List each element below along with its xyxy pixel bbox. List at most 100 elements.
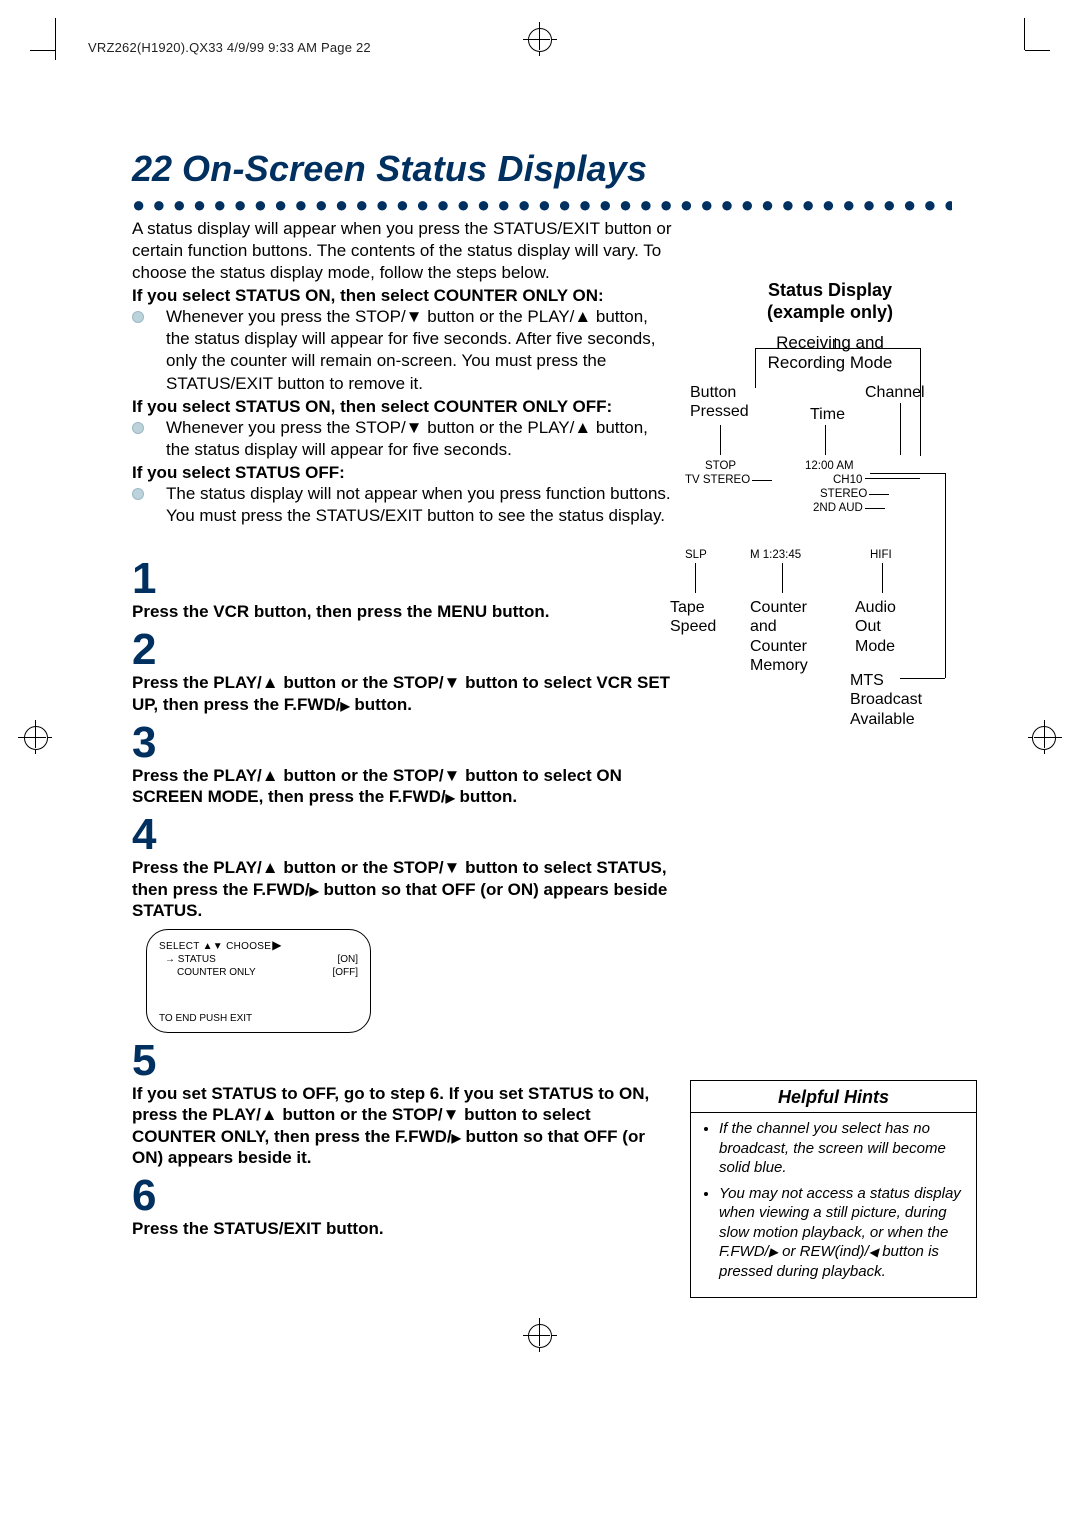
osd-tv-stereo: TV STEREO	[685, 473, 772, 487]
hints-body: If the channel you select has no broadca…	[691, 1113, 976, 1297]
bullet-1-text: Whenever you press the STOP/▼ button or …	[150, 306, 672, 394]
ffwd-icon	[452, 1127, 461, 1146]
helpful-hints-box: Helpful Hints If the channel you select …	[690, 1080, 977, 1298]
menu-row-2: COUNTER ONLY [OFF]	[159, 967, 358, 978]
bullet-icon	[132, 422, 144, 434]
counter-memory-label: Counter and Counter Memory	[750, 598, 830, 675]
receiving-mode-label: Receiving and Recording Mode	[740, 333, 920, 373]
registration-mark	[528, 1324, 552, 1348]
menu-footer: TO END PUSH EXIT	[159, 1013, 252, 1024]
status-display-title: Status Display	[700, 280, 960, 302]
onscreen-menu-box: SELECT ▲▼ CHOOSE → STATUS [ON] COUNTER O…	[146, 929, 371, 1033]
osd-slp: SLP	[685, 548, 707, 562]
ffwd-icon	[769, 1243, 778, 1260]
osd-tv-stereo-text: TV STEREO	[685, 474, 750, 486]
button-pressed-label: Button Pressed	[690, 383, 765, 421]
diagram-line	[869, 494, 889, 495]
step-3-text: Press the PLAY/▲ button or the STOP/▼ bu…	[132, 765, 672, 808]
ffwd-icon	[340, 695, 349, 714]
page-title: On-Screen Status Displays	[182, 148, 647, 189]
diagram-line	[865, 508, 885, 509]
registration-mark	[528, 28, 552, 52]
ffwd-icon	[446, 787, 455, 806]
step-number-6: 6	[132, 1174, 672, 1218]
bullet-icon	[132, 311, 144, 323]
diagram-line	[945, 473, 946, 678]
step-5-text: If you set STATUS to OFF, go to step 6. …	[132, 1083, 672, 1168]
registration-mark	[24, 737, 46, 738]
diagram-line	[835, 338, 836, 348]
page-number: 22	[132, 148, 172, 189]
steps-container: 1 Press the VCR button, then press the M…	[132, 557, 672, 1239]
menu-row2-right: [OFF]	[332, 967, 358, 978]
step-3-text-a: Press the PLAY/▲ button or the STOP/▼ bu…	[132, 766, 622, 806]
step-number-2: 2	[132, 628, 672, 672]
hints-title: Helpful Hints	[691, 1081, 976, 1113]
menu-row1-right: [ON]	[337, 954, 358, 965]
dots-divider: ●●●●●●●●●●●●●●●●●●●●●●●●●●●●●●●●●●●●●●●●…	[132, 192, 952, 218]
menu-row2-left: COUNTER ONLY	[159, 967, 256, 978]
diagram-line	[755, 348, 920, 349]
step-6-text: Press the STATUS/EXIT button.	[132, 1218, 672, 1239]
diagram-line	[825, 425, 826, 455]
diagram-line	[720, 425, 721, 455]
registration-mark	[528, 39, 550, 40]
bullet-1: Whenever you press the STOP/▼ button or …	[132, 306, 672, 394]
registration-mark	[528, 1335, 550, 1336]
bullet-3-text: The status display will not appear when …	[150, 483, 672, 527]
doc-header: VRZ262(H1920).QX33 4/9/99 9:33 AM Page 2…	[88, 40, 371, 55]
osd-counter-value: M 1:23:45	[750, 548, 801, 562]
status-diagram: Button Pressed Channel Time STOP TV STER…	[700, 383, 960, 763]
step-number-5: 5	[132, 1039, 672, 1083]
osd-stereo-text: STEREO	[820, 488, 867, 500]
osd-clock: 12:00 AM	[805, 459, 854, 473]
page-container: VRZ262(H1920).QX33 4/9/99 9:33 AM Page 2…	[0, 0, 1080, 1525]
trim-mark	[30, 50, 55, 51]
audio-out-label: Audio Out Mode	[855, 598, 925, 656]
intro-paragraph: A status display will appear when you pr…	[132, 218, 672, 284]
bullet-3: The status display will not appear when …	[132, 483, 672, 527]
status-display-subtitle: (example only)	[700, 302, 960, 324]
diagram-line	[752, 480, 772, 481]
menu-row-1: → STATUS [ON]	[159, 954, 358, 965]
osd-stop: STOP	[705, 459, 736, 473]
menu-title: SELECT ▲▼ CHOOSE	[159, 938, 358, 952]
menu-choose-icon	[272, 941, 282, 951]
step-number-1: 1	[132, 557, 672, 601]
step-number-3: 3	[132, 721, 672, 765]
registration-mark	[24, 726, 48, 750]
rew-icon	[869, 1243, 878, 1260]
section-heading-3: If you select STATUS OFF:	[132, 463, 672, 483]
ffwd-icon	[310, 880, 319, 899]
step-2-text: Press the PLAY/▲ button or the STOP/▼ bu…	[132, 672, 672, 715]
channel-label: Channel	[865, 383, 925, 402]
bullet-icon	[132, 488, 144, 500]
section-heading-1: If you select STATUS ON, then select COU…	[132, 286, 672, 306]
diagram-line	[900, 403, 901, 455]
hint-item-2: You may not access a status display when…	[719, 1184, 966, 1282]
diagram-line	[882, 563, 883, 593]
step-2-text-b: button.	[350, 695, 412, 714]
hint-2b: or REW(ind)/	[778, 1243, 869, 1260]
diagram-line	[870, 473, 945, 474]
menu-title-text: SELECT ▲▼ CHOOSE	[159, 941, 271, 952]
page-title-row: 22On-Screen Status Displays	[132, 148, 952, 190]
diagram-line	[695, 563, 696, 593]
bullet-2-text: Whenever you press the STOP/▼ button or …	[150, 417, 672, 461]
diagram-line	[865, 478, 920, 479]
osd-stereo: STEREO	[820, 487, 889, 501]
hint-item-1: If the channel you select has no broadca…	[719, 1119, 966, 1178]
registration-mark	[1034, 737, 1056, 738]
diagram-line	[782, 563, 783, 593]
trim-mark	[1025, 50, 1050, 51]
osd-2nd-aud: 2ND AUD	[813, 501, 885, 515]
mts-label: MTS Broadcast Available	[850, 671, 950, 729]
tape-speed-label: Tape Speed	[670, 598, 735, 636]
diagram-line	[755, 348, 756, 388]
step-number-4: 4	[132, 813, 672, 857]
trim-mark	[55, 18, 56, 50]
trim-mark	[1024, 18, 1025, 50]
step-6-text-a: Press the STATUS/EXIT button	[132, 1219, 379, 1238]
bullet-2: Whenever you press the STOP/▼ button or …	[132, 417, 672, 461]
section-heading-2: If you select STATUS ON, then select COU…	[132, 397, 672, 417]
